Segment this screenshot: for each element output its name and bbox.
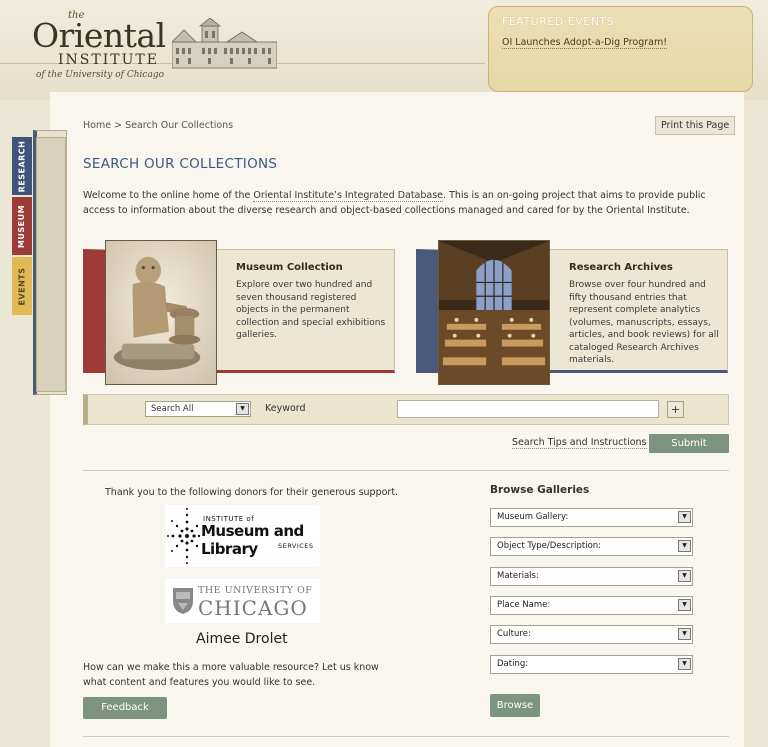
search-tips-link[interactable]: Search Tips and Instructions <box>512 437 647 449</box>
chevron-down-icon[interactable]: ▼ <box>678 658 691 670</box>
tab-research[interactable]: RESEARCH <box>12 137 32 195</box>
donor-name: Aimee Drolet <box>196 631 288 647</box>
breadcrumb: Home > Search Our Collections <box>83 120 233 131</box>
featured-events-box: FEATURED EVENTS OI Launches Adopt-a-Dig … <box>488 6 753 92</box>
featured-events-title: FEATURED EVENTS <box>502 15 615 28</box>
search-scope-select[interactable]: Search All ▼ <box>145 401 251 417</box>
select-label: Materials: <box>497 571 539 581</box>
chevron-down-icon[interactable]: ▼ <box>236 403 249 415</box>
museum-collection-text: Explore over two hundred and seven thous… <box>236 280 386 340</box>
oriental-institute-logo[interactable]: the Oriental INSTITUTE of the University… <box>30 10 170 90</box>
breadcrumb-separator: > <box>114 120 123 131</box>
page-title: SEARCH OUR COLLECTIONS <box>83 156 278 172</box>
feedback-prompt: How can we make this a more valuable res… <box>83 662 379 688</box>
library-reading-room-image <box>438 240 550 385</box>
tab-museum-label: MUSEUM <box>17 204 27 248</box>
imls-line2: Museum and Library <box>201 522 304 558</box>
submit-button[interactable]: Submit <box>649 434 729 453</box>
museum-gallery-select[interactable]: Museum Gallery: ▼ <box>490 508 693 527</box>
browse-button[interactable]: Browse <box>490 694 540 717</box>
logo-main: Oriental <box>32 16 166 55</box>
keyword-input[interactable] <box>397 400 659 418</box>
select-label: Dating: <box>497 659 529 669</box>
chevron-down-icon[interactable]: ▼ <box>678 628 691 640</box>
research-archives-title[interactable]: Research Archives <box>569 262 673 273</box>
tab-events-label: EVENTS <box>17 266 27 306</box>
select-label: Culture: <box>497 629 531 639</box>
imls-line3: SERVICES <box>278 542 314 550</box>
chevron-down-icon[interactable]: ▼ <box>678 511 691 523</box>
research-archives-text: Browse over four hundred and fifty thous… <box>569 280 719 365</box>
select-label: Museum Gallery: <box>497 512 569 522</box>
logo-university: of the University of Chicago <box>36 70 164 80</box>
university-of-chicago-logo[interactable]: THE UNIVERSITY OF CHICAGO <box>165 579 320 623</box>
section-divider <box>83 470 729 471</box>
chevron-down-icon[interactable]: ▼ <box>678 540 691 552</box>
logo-institute: INSTITUTE <box>58 52 159 68</box>
imls-logo[interactable]: INSTITUTE of Museum and Library SERVICES <box>165 505 320 567</box>
select-label: Object Type/Description: <box>497 541 602 551</box>
tab-research-label: RESEARCH <box>17 140 27 192</box>
uchicago-line1: THE UNIVERSITY OF <box>198 585 313 596</box>
museum-statue-image <box>105 240 217 385</box>
search-scope-value: Search All <box>151 404 194 414</box>
chevron-down-icon[interactable]: ▼ <box>678 599 691 611</box>
place-name-select[interactable]: Place Name: ▼ <box>490 596 693 615</box>
print-page-button[interactable]: Print this Page <box>655 116 736 135</box>
feedback-button[interactable]: Feedback <box>83 697 167 719</box>
university-shield-icon <box>173 588 193 614</box>
keyword-label: Keyword <box>265 403 306 414</box>
building-illustration <box>172 18 277 69</box>
research-archives-card[interactable]: Research Archives Browse over four hundr… <box>416 240 728 385</box>
integrated-database-link[interactable]: Oriental Institute’s Integrated Database <box>253 190 444 202</box>
breadcrumb-home[interactable]: Home <box>83 120 111 131</box>
object-type-select[interactable]: Object Type/Description: ▼ <box>490 537 693 556</box>
chevron-down-icon[interactable]: ▼ <box>678 570 691 582</box>
museum-collection-title[interactable]: Museum Collection <box>236 262 343 273</box>
uchicago-line2: CHICAGO <box>198 596 308 620</box>
dating-select[interactable]: Dating: ▼ <box>490 655 693 674</box>
intro-text-before: Welcome to the online home of the <box>83 190 254 201</box>
browse-galleries-title: Browse Galleries <box>490 484 590 496</box>
breadcrumb-current: Search Our Collections <box>125 120 234 131</box>
museum-collection-card[interactable]: Museum Collection Explore over two hundr… <box>83 240 395 385</box>
plus-icon[interactable]: + <box>667 401 684 418</box>
tab-events[interactable]: EVENTS <box>12 257 32 315</box>
donor-thanks-text: Thank you to the following donors for th… <box>105 487 399 498</box>
footer-divider <box>83 736 729 737</box>
featured-event-link[interactable]: OI Launches Adopt-a-Dig Program! <box>502 37 668 49</box>
tab-museum[interactable]: MUSEUM <box>12 197 32 255</box>
sidebar-panel <box>36 137 66 392</box>
imls-starburst-icon <box>167 508 201 564</box>
materials-select[interactable]: Materials: ▼ <box>490 567 693 586</box>
intro-paragraph: Welcome to the online home of the Orient… <box>83 188 723 218</box>
select-label: Place Name: <box>497 600 551 610</box>
culture-select[interactable]: Culture: ▼ <box>490 625 693 644</box>
